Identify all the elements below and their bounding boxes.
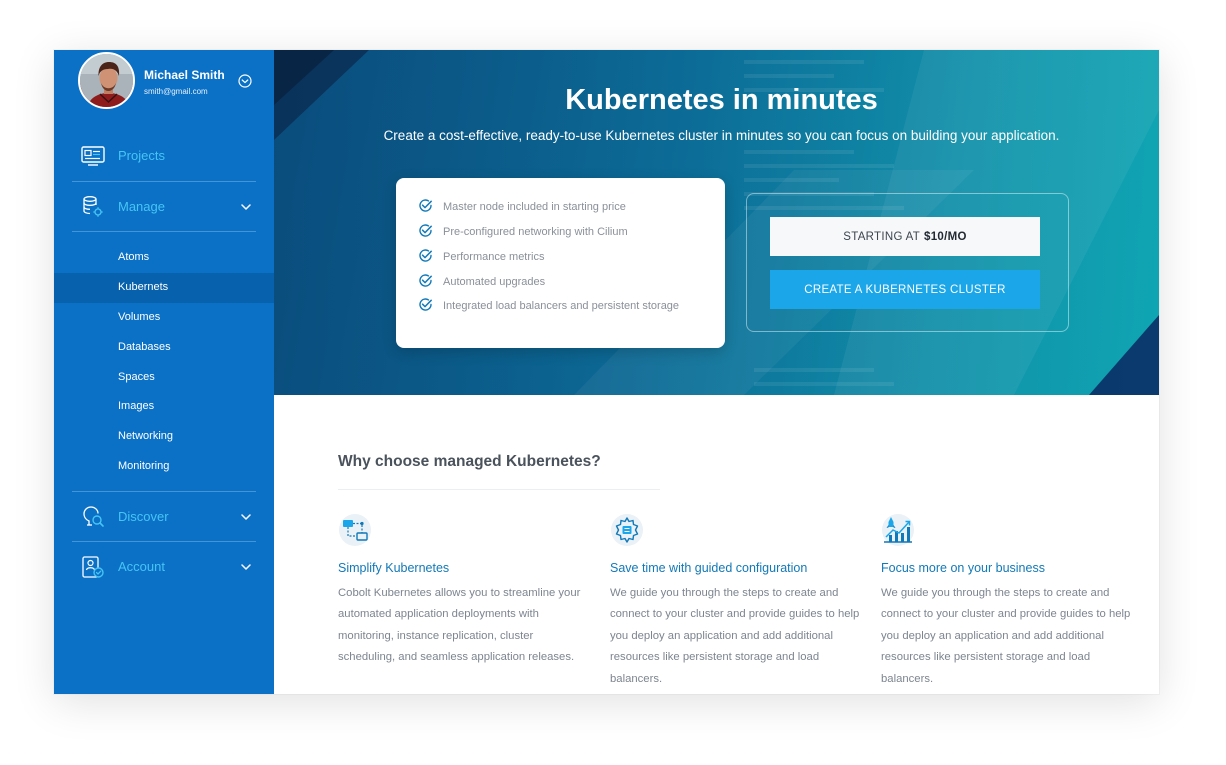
user-name: Michael Smith [144,68,225,82]
sidebar-section-discover[interactable]: Discover [72,492,256,542]
sidebar-item-label: Kubernets [118,281,169,293]
sidebar-item-spaces[interactable]: Spaces [54,363,274,393]
sidebar: Michael Smith smith@gmail.com Projects M… [54,50,274,694]
feature-text: Integrated load balancers and persistent… [443,300,680,312]
benefit-title: Save time with guided configuration [610,561,808,575]
benefit-title: Simplify Kubernetes [338,561,450,575]
user-email: smith@gmail.com [144,87,208,96]
account-icon [82,556,104,578]
sidebar-item-monitoring[interactable]: Monitoring [54,452,274,482]
benefit-title: Focus more on your business [881,561,1045,575]
hero-banner: Kubernetes in minutes Create a cost-effe… [274,50,1159,395]
sidebar-item-label: Monitoring [118,460,170,472]
sidebar-item-networking[interactable]: Networking [54,422,274,452]
page-title: Kubernetes in minutes [565,84,878,116]
sidebar-item-images[interactable]: Images [54,392,274,422]
divider [338,489,660,490]
feature-text: Automated upgrades [443,276,546,288]
user-profile[interactable]: Michael Smith smith@gmail.com [78,52,258,110]
chevron-down-circle-icon[interactable] [238,74,252,88]
sidebar-section-manage[interactable]: Manage [72,182,256,232]
sidebar-item-label: Networking [118,430,174,442]
check-circle-icon [419,224,432,237]
feature-text: Master node included in starting price [443,201,626,213]
sidebar-item-volumes[interactable]: Volumes [54,303,274,333]
check-circle-icon [419,199,432,212]
app-window: Michael Smith smith@gmail.com Projects M… [54,50,1159,694]
cta-panel: STARTING AT $10/MO CREATE A KUBERNETES C… [746,193,1069,332]
sidebar-item-label: Atoms [118,251,150,263]
sidebar-section-label: Account [118,559,165,574]
simplify-icon [339,514,371,546]
divider [72,231,256,232]
price-label: STARTING AT $10/MO [770,217,1040,256]
sidebar-section-label: Manage [118,199,165,214]
sidebar-section-label: Projects [118,148,165,163]
benefit-description: We guide you through the steps to create… [610,587,860,685]
benefit-description: We guide you through the steps to create… [881,587,1131,685]
chevron-down-icon[interactable] [240,201,252,213]
sidebar-item-label: Images [118,400,155,412]
business-growth-icon [882,514,914,546]
sidebar-item-atoms[interactable]: Atoms [54,243,274,273]
price-value: $10/MO [924,230,967,243]
benefit-description: Cobolt Kubernetes allows you to streamli… [338,587,581,664]
configuration-gear-icon [611,514,643,546]
discover-icon [83,506,104,527]
section-title: Why choose managed Kubernetes? [338,453,601,470]
sidebar-section-label: Discover [118,509,169,524]
price-prefix: STARTING AT [843,230,921,243]
feature-text: Pre-configured networking with Cilium [443,226,628,238]
sidebar-item-databases[interactable]: Databases [54,333,274,363]
check-circle-icon [419,298,432,311]
chevron-down-icon[interactable] [240,561,252,573]
sidebar-item-label: Databases [118,341,171,353]
chevron-down-icon[interactable] [240,511,252,523]
avatar[interactable] [78,52,135,109]
check-circle-icon [419,274,432,287]
sidebar-item-kubernets[interactable]: Kubernets [54,273,274,303]
sidebar-section-projects[interactable]: Projects [72,131,256,181]
sidebar-section-account[interactable]: Account [72,542,256,592]
projects-icon [81,146,105,166]
check-circle-icon [419,249,432,262]
hero-subtitle: Create a cost-effective, ready-to-use Ku… [383,128,1060,143]
features-card: Master node included in starting price P… [396,178,725,348]
feature-text: Performance metrics [443,251,545,263]
sidebar-item-label: Spaces [118,371,155,383]
manage-icon [83,196,103,217]
create-cluster-button[interactable]: CREATE A KUBERNETES CLUSTER [770,270,1040,309]
sidebar-item-label: Volumes [118,311,161,323]
